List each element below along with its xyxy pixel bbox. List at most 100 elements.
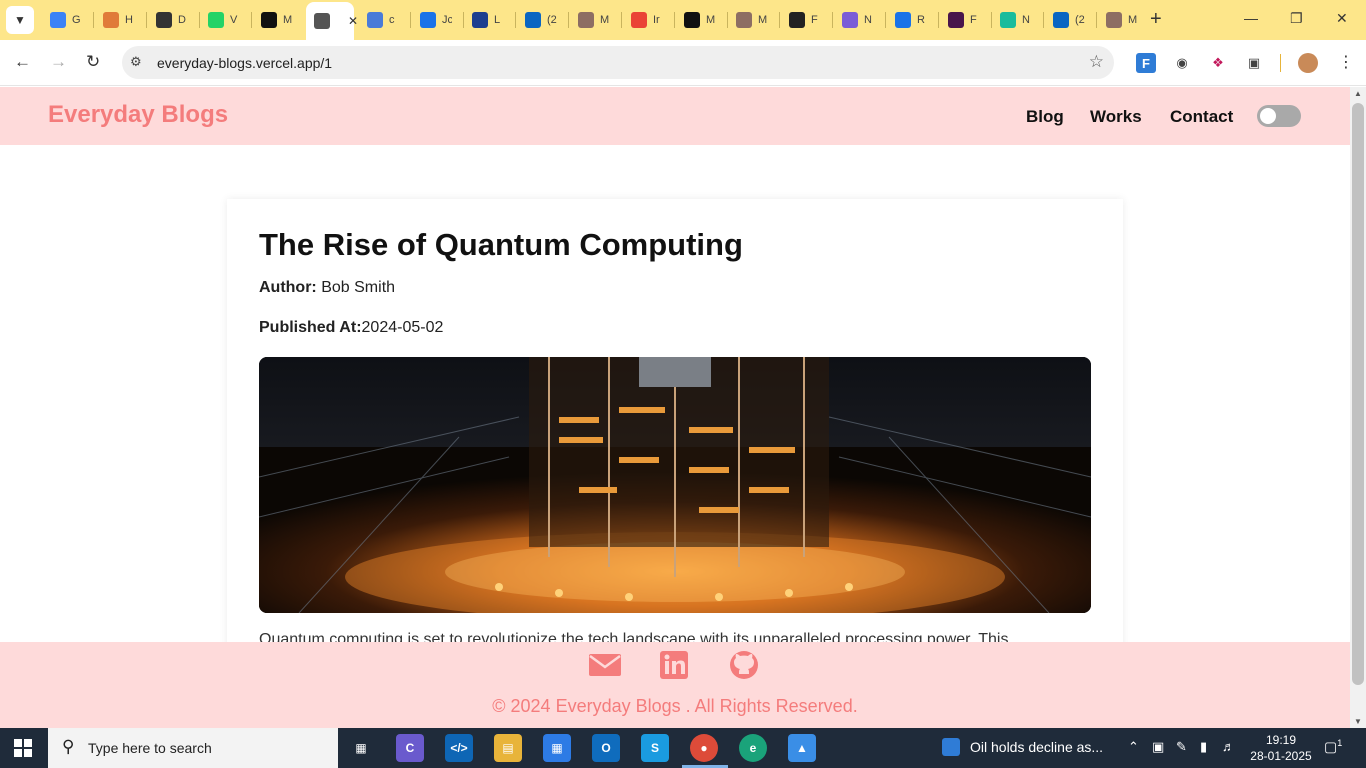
news-widget[interactable]: Oil holds decline as... bbox=[942, 738, 1103, 756]
reload-button[interactable]: ↻ bbox=[86, 52, 100, 72]
tab-title: N bbox=[1022, 14, 1030, 26]
outlook-icon[interactable]: O bbox=[592, 734, 620, 762]
clock-date: 28-01-2025 bbox=[1250, 749, 1312, 763]
browser-tab-13[interactable]: M bbox=[728, 6, 776, 34]
browser-tab-0[interactable]: G bbox=[42, 6, 90, 34]
profile-avatar[interactable] bbox=[1298, 53, 1318, 73]
browser-menu-icon[interactable]: ⋮ bbox=[1338, 52, 1354, 72]
tab-title: M bbox=[600, 14, 610, 26]
tab-title: c bbox=[389, 14, 395, 26]
close-tab-icon[interactable]: ✕ bbox=[348, 14, 358, 28]
windows-start-icon[interactable] bbox=[14, 739, 32, 757]
taskbar-search-box[interactable]: ⚲ Type here to search bbox=[48, 728, 338, 768]
page-scrollbar[interactable]: ▲ ▼ bbox=[1350, 87, 1366, 728]
tab-title: Ir bbox=[653, 14, 660, 26]
browser-tab-19[interactable]: (2 bbox=[1045, 6, 1093, 34]
browser-tab-8[interactable]: L bbox=[464, 6, 512, 34]
edge-icon[interactable]: e bbox=[739, 734, 767, 762]
vscode-icon[interactable]: </> bbox=[445, 734, 473, 762]
claude-icon bbox=[103, 12, 119, 28]
scroll-up-icon[interactable]: ▲ bbox=[1354, 89, 1362, 98]
browser-tab-3[interactable]: V bbox=[200, 6, 248, 34]
browser-tab-17[interactable]: F bbox=[940, 6, 988, 34]
browser-tab-9[interactable]: (2 bbox=[517, 6, 565, 34]
tab-separator bbox=[621, 12, 622, 28]
browser-tab-1[interactable]: H bbox=[95, 6, 143, 34]
tray-network-icon[interactable]: ▣ bbox=[1152, 739, 1164, 755]
forward-button[interactable]: → bbox=[50, 52, 67, 72]
windows-taskbar: ⚲ Type here to search ▦ C </> ▤ ▦ O S ● … bbox=[0, 728, 1366, 768]
close-window-icon[interactable]: ✕ bbox=[1336, 10, 1348, 27]
info-icon bbox=[420, 12, 436, 28]
battery-icon[interactable]: ▮ bbox=[1200, 739, 1207, 755]
tab-separator bbox=[674, 12, 675, 28]
extension-lens-icon[interactable]: ◉ bbox=[1172, 53, 1192, 73]
browser-tab-15[interactable]: N bbox=[834, 6, 882, 34]
browser-tab-5[interactable]: e✕ bbox=[306, 2, 358, 40]
notification-center-icon[interactable]: ▢1 bbox=[1324, 738, 1342, 756]
tab-title: H bbox=[125, 14, 133, 26]
browser-tab-4[interactable]: M bbox=[253, 6, 301, 34]
site-info-icon[interactable]: ⚙ bbox=[130, 54, 142, 70]
tab-search-button[interactable]: ▼ bbox=[6, 6, 34, 34]
tab-title: Jc bbox=[442, 14, 452, 26]
skype-icon[interactable]: S bbox=[641, 734, 669, 762]
github-svg bbox=[730, 651, 758, 679]
browser-tab-10[interactable]: M bbox=[570, 6, 618, 34]
theme-toggle[interactable] bbox=[1257, 105, 1301, 127]
task-view-icon[interactable]: ▦ bbox=[347, 734, 375, 762]
github-icon bbox=[261, 12, 277, 28]
browser-tab-18[interactable]: N bbox=[992, 6, 1040, 34]
browser-tab-14[interactable]: F bbox=[781, 6, 829, 34]
github-icon bbox=[684, 12, 700, 28]
scrollbar-thumb[interactable] bbox=[1352, 103, 1364, 685]
back-button[interactable]: ← bbox=[14, 52, 31, 72]
browser-tab-7[interactable]: Jc bbox=[412, 6, 460, 34]
tray-chevron-up-icon[interactable]: ⌃ bbox=[1128, 739, 1139, 755]
browser-tab-2[interactable]: D bbox=[148, 6, 196, 34]
site-header: Everyday Blogs Blog Works Contact bbox=[0, 87, 1350, 145]
tab-title: M bbox=[758, 14, 768, 26]
new-tab-button[interactable]: + bbox=[1150, 9, 1162, 29]
extension-fj-icon[interactable]: F bbox=[1136, 53, 1156, 73]
fv-icon bbox=[472, 12, 488, 28]
tab-separator bbox=[779, 12, 780, 28]
tab-title: V bbox=[230, 14, 238, 26]
minimize-icon[interactable]: — bbox=[1244, 10, 1258, 26]
nav-blog-link[interactable]: Blog bbox=[1026, 107, 1064, 127]
copilot-icon[interactable]: C bbox=[396, 734, 424, 762]
browser-tab-11[interactable]: Ir bbox=[623, 6, 671, 34]
bookmark-star-icon[interactable]: ☆ bbox=[1089, 52, 1104, 72]
browser-tab-16[interactable]: R bbox=[887, 6, 935, 34]
circle-icon bbox=[1000, 12, 1016, 28]
nav-works-link[interactable]: Works bbox=[1090, 107, 1142, 127]
ms-store-icon[interactable]: ▦ bbox=[543, 734, 571, 762]
extensions-puzzle-icon[interactable]: ▣ bbox=[1244, 53, 1264, 73]
site-logo[interactable]: Everyday Blogs bbox=[48, 101, 228, 129]
tab-separator bbox=[146, 12, 147, 28]
person-icon bbox=[1106, 12, 1122, 28]
address-bar[interactable]: ⚙ everyday-blogs.vercel.app/1 ☆ bbox=[122, 46, 1114, 79]
photos-icon[interactable]: ▲ bbox=[788, 734, 816, 762]
tab-title: F bbox=[970, 14, 977, 26]
github-icon[interactable] bbox=[729, 650, 763, 680]
browser-toolbar: ← → ↻ ⚙ everyday-blogs.vercel.app/1 ☆ bbox=[0, 40, 1366, 86]
volume-icon[interactable]: ♬ bbox=[1222, 739, 1235, 754]
taskbar-clock[interactable]: 19:19 28-01-2025 bbox=[1248, 732, 1314, 764]
envelope-icon[interactable] bbox=[588, 650, 622, 680]
extension-code-icon[interactable]: ❖ bbox=[1208, 53, 1228, 73]
chrome-icon[interactable]: ● bbox=[690, 734, 718, 762]
tray-pen-icon[interactable]: ✎ bbox=[1176, 739, 1187, 755]
scroll-down-icon[interactable]: ▼ bbox=[1354, 717, 1362, 726]
whatsapp-icon bbox=[208, 12, 224, 28]
browser-tab-12[interactable]: M bbox=[676, 6, 724, 34]
tab-separator bbox=[515, 12, 516, 28]
browser-tab-6[interactable]: c bbox=[359, 6, 407, 34]
nav-contact-link[interactable]: Contact bbox=[1170, 107, 1233, 127]
linkedin-icon[interactable] bbox=[659, 650, 693, 680]
restore-icon[interactable]: ❐ bbox=[1290, 10, 1303, 27]
url-text[interactable]: everyday-blogs.vercel.app/1 bbox=[157, 55, 332, 71]
tab-title: M bbox=[283, 14, 293, 26]
browser-tab-20[interactable]: M bbox=[1098, 6, 1146, 34]
file-explorer-icon[interactable]: ▤ bbox=[494, 734, 522, 762]
